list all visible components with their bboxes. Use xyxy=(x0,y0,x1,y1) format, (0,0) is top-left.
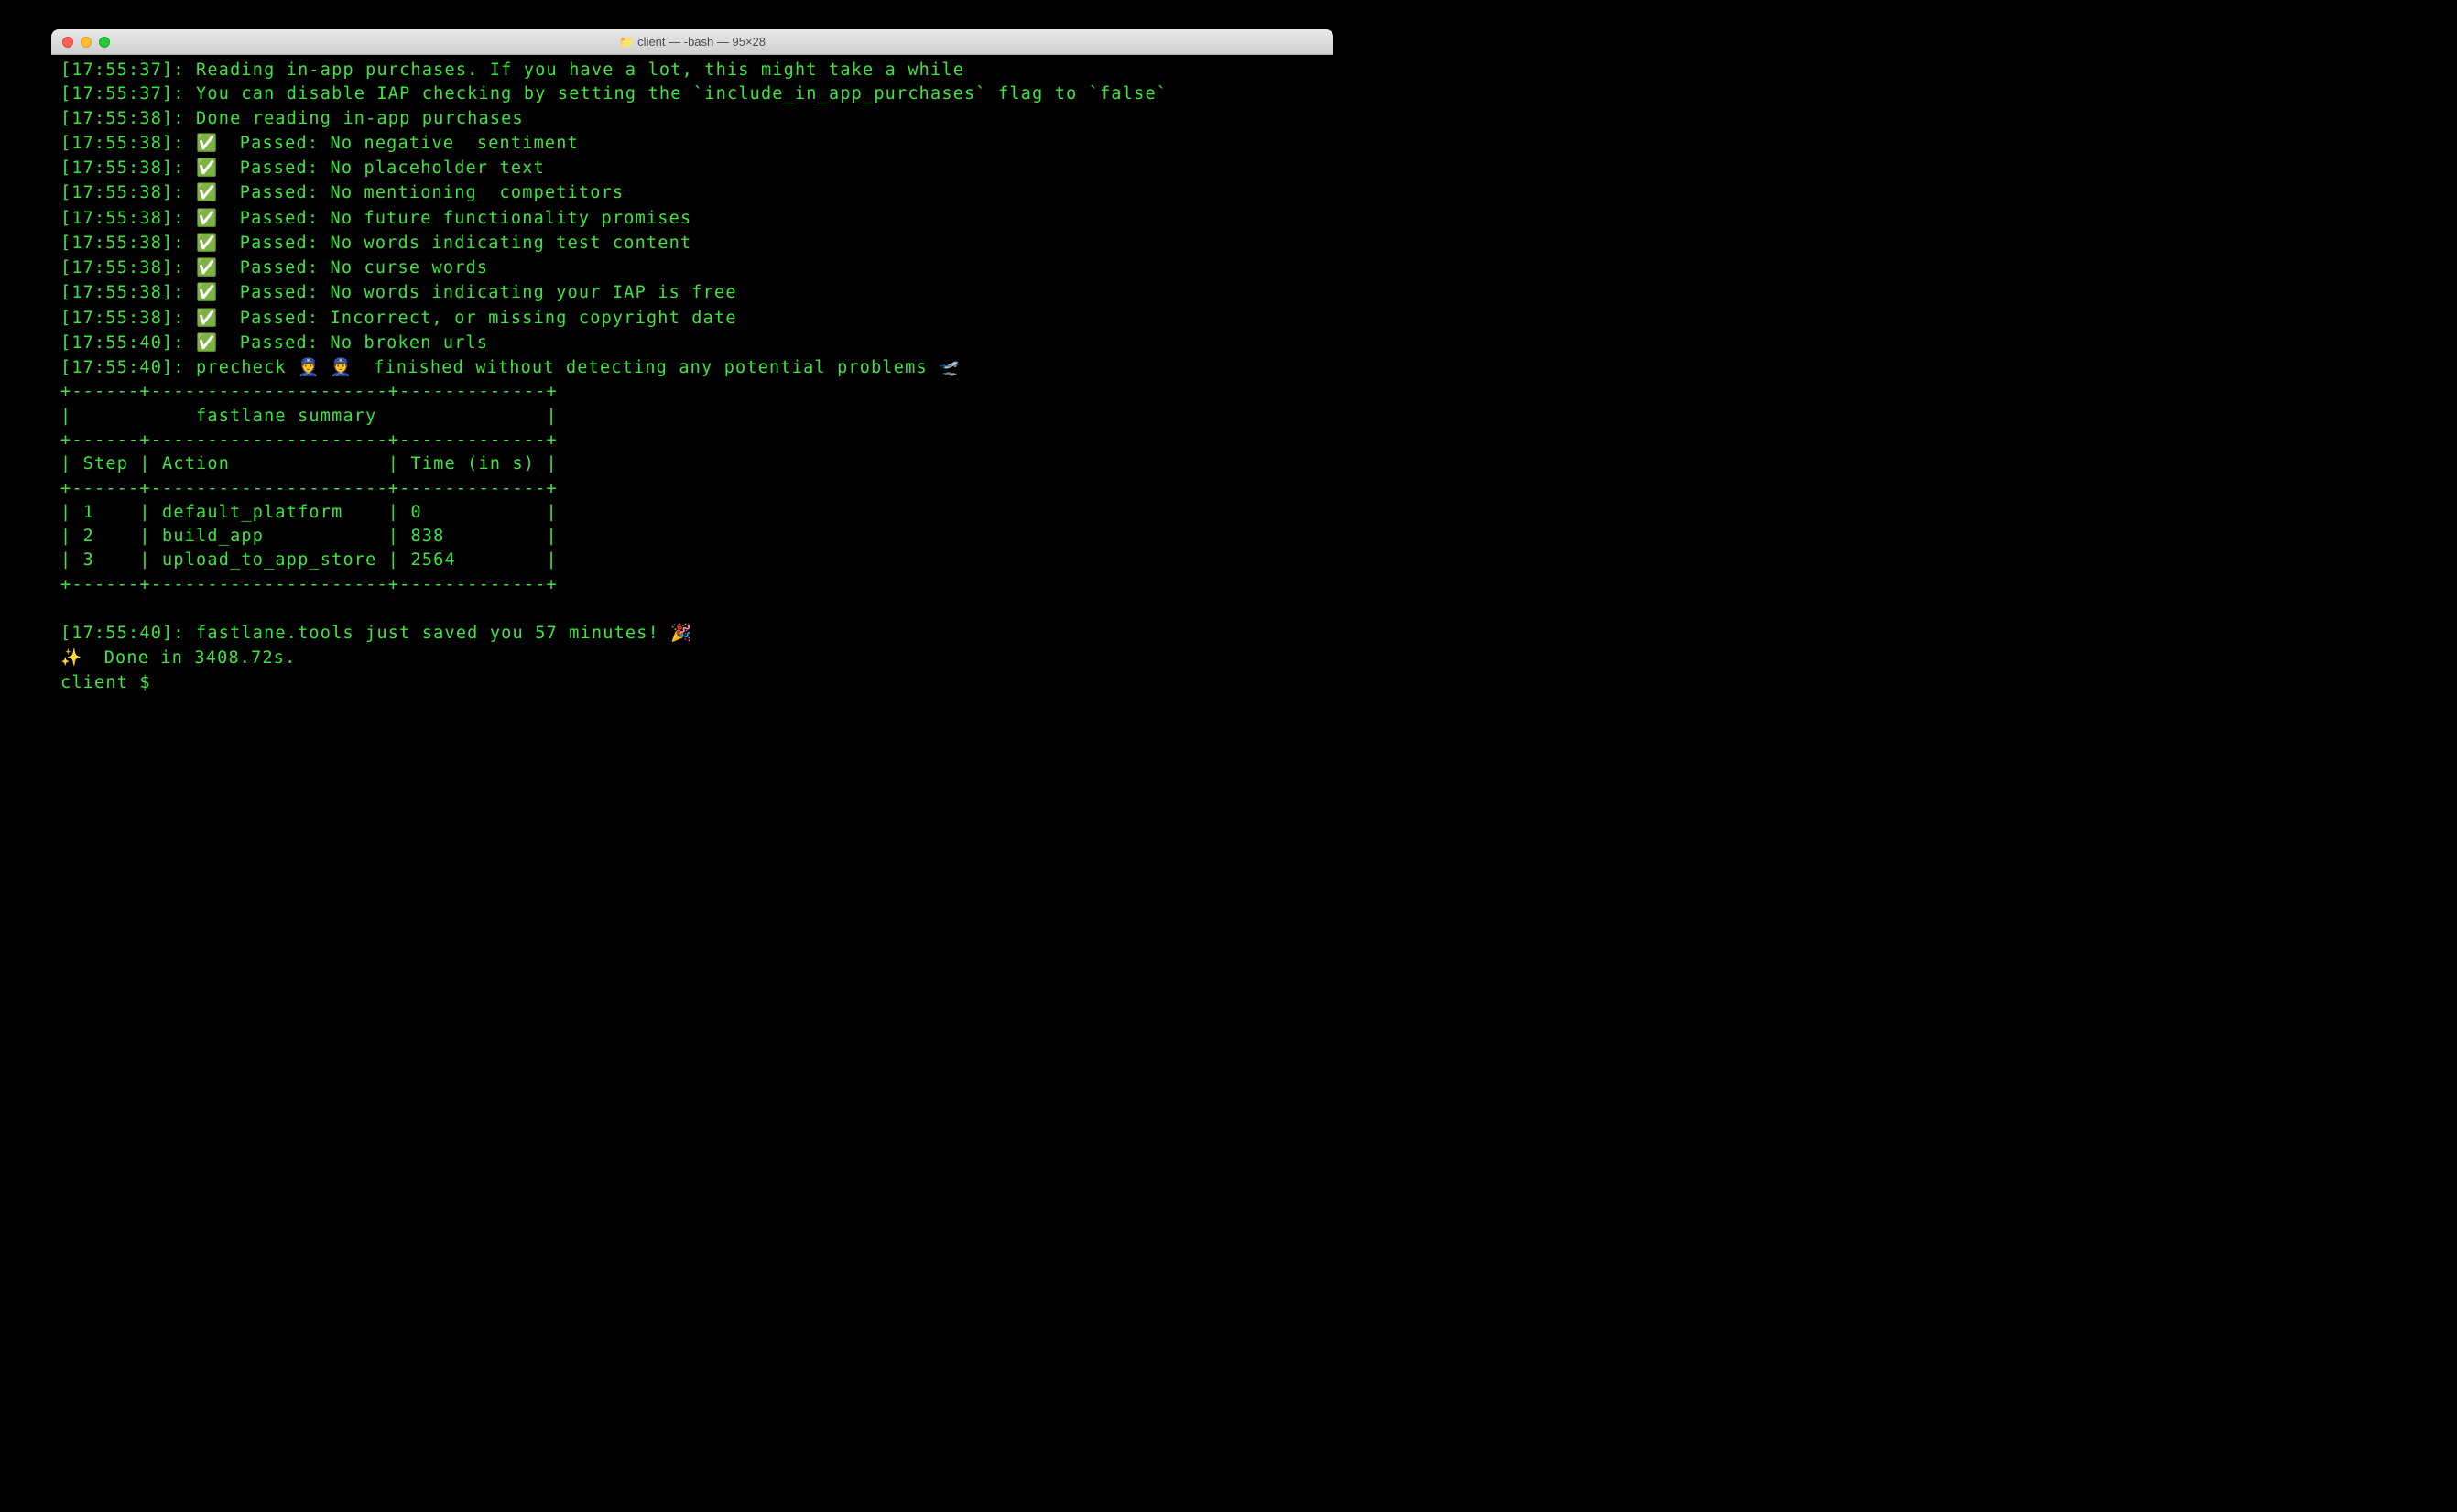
party-icon: 🎉 xyxy=(670,623,691,642)
cop-icon: 👮 xyxy=(331,357,352,376)
window-title: 📁 client — -bash — 95×28 xyxy=(619,35,766,49)
table-header: | Step | Action | Time (in s) | xyxy=(60,452,1324,476)
maximize-button[interactable] xyxy=(99,37,110,48)
check-icon: ✅ xyxy=(196,308,217,327)
log-line: [17:55:40]: ✅ Passed: No broken urls xyxy=(60,331,1324,355)
terminal-body[interactable]: [17:55:37]: Reading in-app purchases. If… xyxy=(51,55,1333,769)
log-line: [17:55:37]: You can disable IAP checking… xyxy=(60,82,1324,106)
timestamp: [17:55:38]: xyxy=(60,209,196,228)
sparkle-icon: ✨ xyxy=(60,647,82,667)
check-icon: ✅ xyxy=(196,133,217,152)
log-line: [17:55:38]: ✅ Passed: No placeholder tex… xyxy=(60,156,1324,180)
check-icon: ✅ xyxy=(196,158,217,177)
check-icon: ✅ xyxy=(196,282,217,301)
timestamp: [17:55:38]: xyxy=(60,283,196,302)
timestamp: [17:55:38]: xyxy=(60,258,196,277)
log-line: [17:55:40]: precheck 👮 👮 finished withou… xyxy=(60,355,1324,380)
table-border: +------+---------------------+----------… xyxy=(60,573,1324,597)
log-text: Passed: Incorrect, or missing copyright … xyxy=(217,309,737,328)
timestamp: [17:55:38]: xyxy=(60,183,196,202)
log-line: [17:55:38]: ✅ Passed: No negative sentim… xyxy=(60,131,1324,156)
log-line: [17:55:40]: fastlane.tools just saved yo… xyxy=(60,621,1324,646)
table-title: | fastlane summary | xyxy=(60,405,1324,429)
timestamp: [17:55:38]: xyxy=(60,309,196,328)
log-text: Passed: No negative sentiment xyxy=(217,134,579,153)
check-icon: ✅ xyxy=(196,208,217,227)
timestamp: [17:55:38]: xyxy=(60,158,196,178)
title-label: client — -bash — 95×28 xyxy=(637,35,766,49)
check-icon: ✅ xyxy=(196,233,217,252)
timestamp: [17:55:38]: xyxy=(60,234,196,253)
log-line: [17:55:38]: ✅ Passed: No words indicatin… xyxy=(60,280,1324,305)
close-button[interactable] xyxy=(62,37,73,48)
cop-icon: 👮 xyxy=(298,357,319,376)
title-bar[interactable]: 📁 client — -bash — 95×28 xyxy=(51,29,1333,55)
traffic-lights xyxy=(51,37,110,48)
timestamp: [17:55:38]: xyxy=(60,134,196,153)
table-border: +------+---------------------+----------… xyxy=(60,477,1324,501)
log-text: Passed: No future functionality promises xyxy=(217,209,691,228)
blank-line xyxy=(60,597,1324,621)
timestamp: [17:55:40]: precheck xyxy=(60,358,298,377)
log-text: Passed: No broken urls xyxy=(217,333,488,353)
table-row: | 3 | upload_to_app_store | 2564 | xyxy=(60,549,1324,572)
check-icon: ✅ xyxy=(196,332,217,352)
log-text: finished without detecting any potential… xyxy=(352,358,940,377)
log-text: Done in 3408.72s. xyxy=(82,648,296,668)
table-row: | 1 | default_platform | 0 | xyxy=(60,501,1324,525)
log-text: Passed: No curse words xyxy=(217,258,488,277)
prompt-line[interactable]: client $ xyxy=(60,671,1324,695)
log-line: [17:55:38]: ✅ Passed: No future function… xyxy=(60,206,1324,231)
terminal-window: 📁 client — -bash — 95×28 [17:55:37]: Rea… xyxy=(51,29,1333,769)
log-text: [17:55:40]: fastlane.tools just saved yo… xyxy=(60,624,670,643)
log-line: [17:55:38]: ✅ Passed: No curse words xyxy=(60,256,1324,280)
log-text: Passed: No words indicating your IAP is … xyxy=(217,283,737,302)
log-line: [17:55:37]: Reading in-app purchases. If… xyxy=(60,59,1324,82)
log-line: [17:55:38]: ✅ Passed: Incorrect, or miss… xyxy=(60,306,1324,331)
table-border: +------+---------------------+----------… xyxy=(60,429,1324,452)
minimize-button[interactable] xyxy=(81,37,92,48)
log-text: Passed: No placeholder text xyxy=(217,158,545,178)
check-icon: ✅ xyxy=(196,182,217,201)
log-line: [17:55:38]: ✅ Passed: No words indicatin… xyxy=(60,231,1324,256)
timestamp: [17:55:40]: xyxy=(60,333,196,353)
log-line: [17:55:38]: ✅ Passed: No mentioning comp… xyxy=(60,180,1324,205)
check-icon: ✅ xyxy=(196,257,217,277)
folder-icon: 📁 xyxy=(619,35,634,49)
log-text: Passed: No mentioning competitors xyxy=(217,183,624,202)
log-text: Passed: No words indicating test content xyxy=(217,234,691,253)
plane-icon: 🛫 xyxy=(939,357,960,376)
table-row: | 2 | build_app | 838 | xyxy=(60,525,1324,549)
log-line: [17:55:38]: Done reading in-app purchase… xyxy=(60,107,1324,131)
log-line: ✨ Done in 3408.72s. xyxy=(60,646,1324,670)
table-border: +------+---------------------+----------… xyxy=(60,380,1324,404)
